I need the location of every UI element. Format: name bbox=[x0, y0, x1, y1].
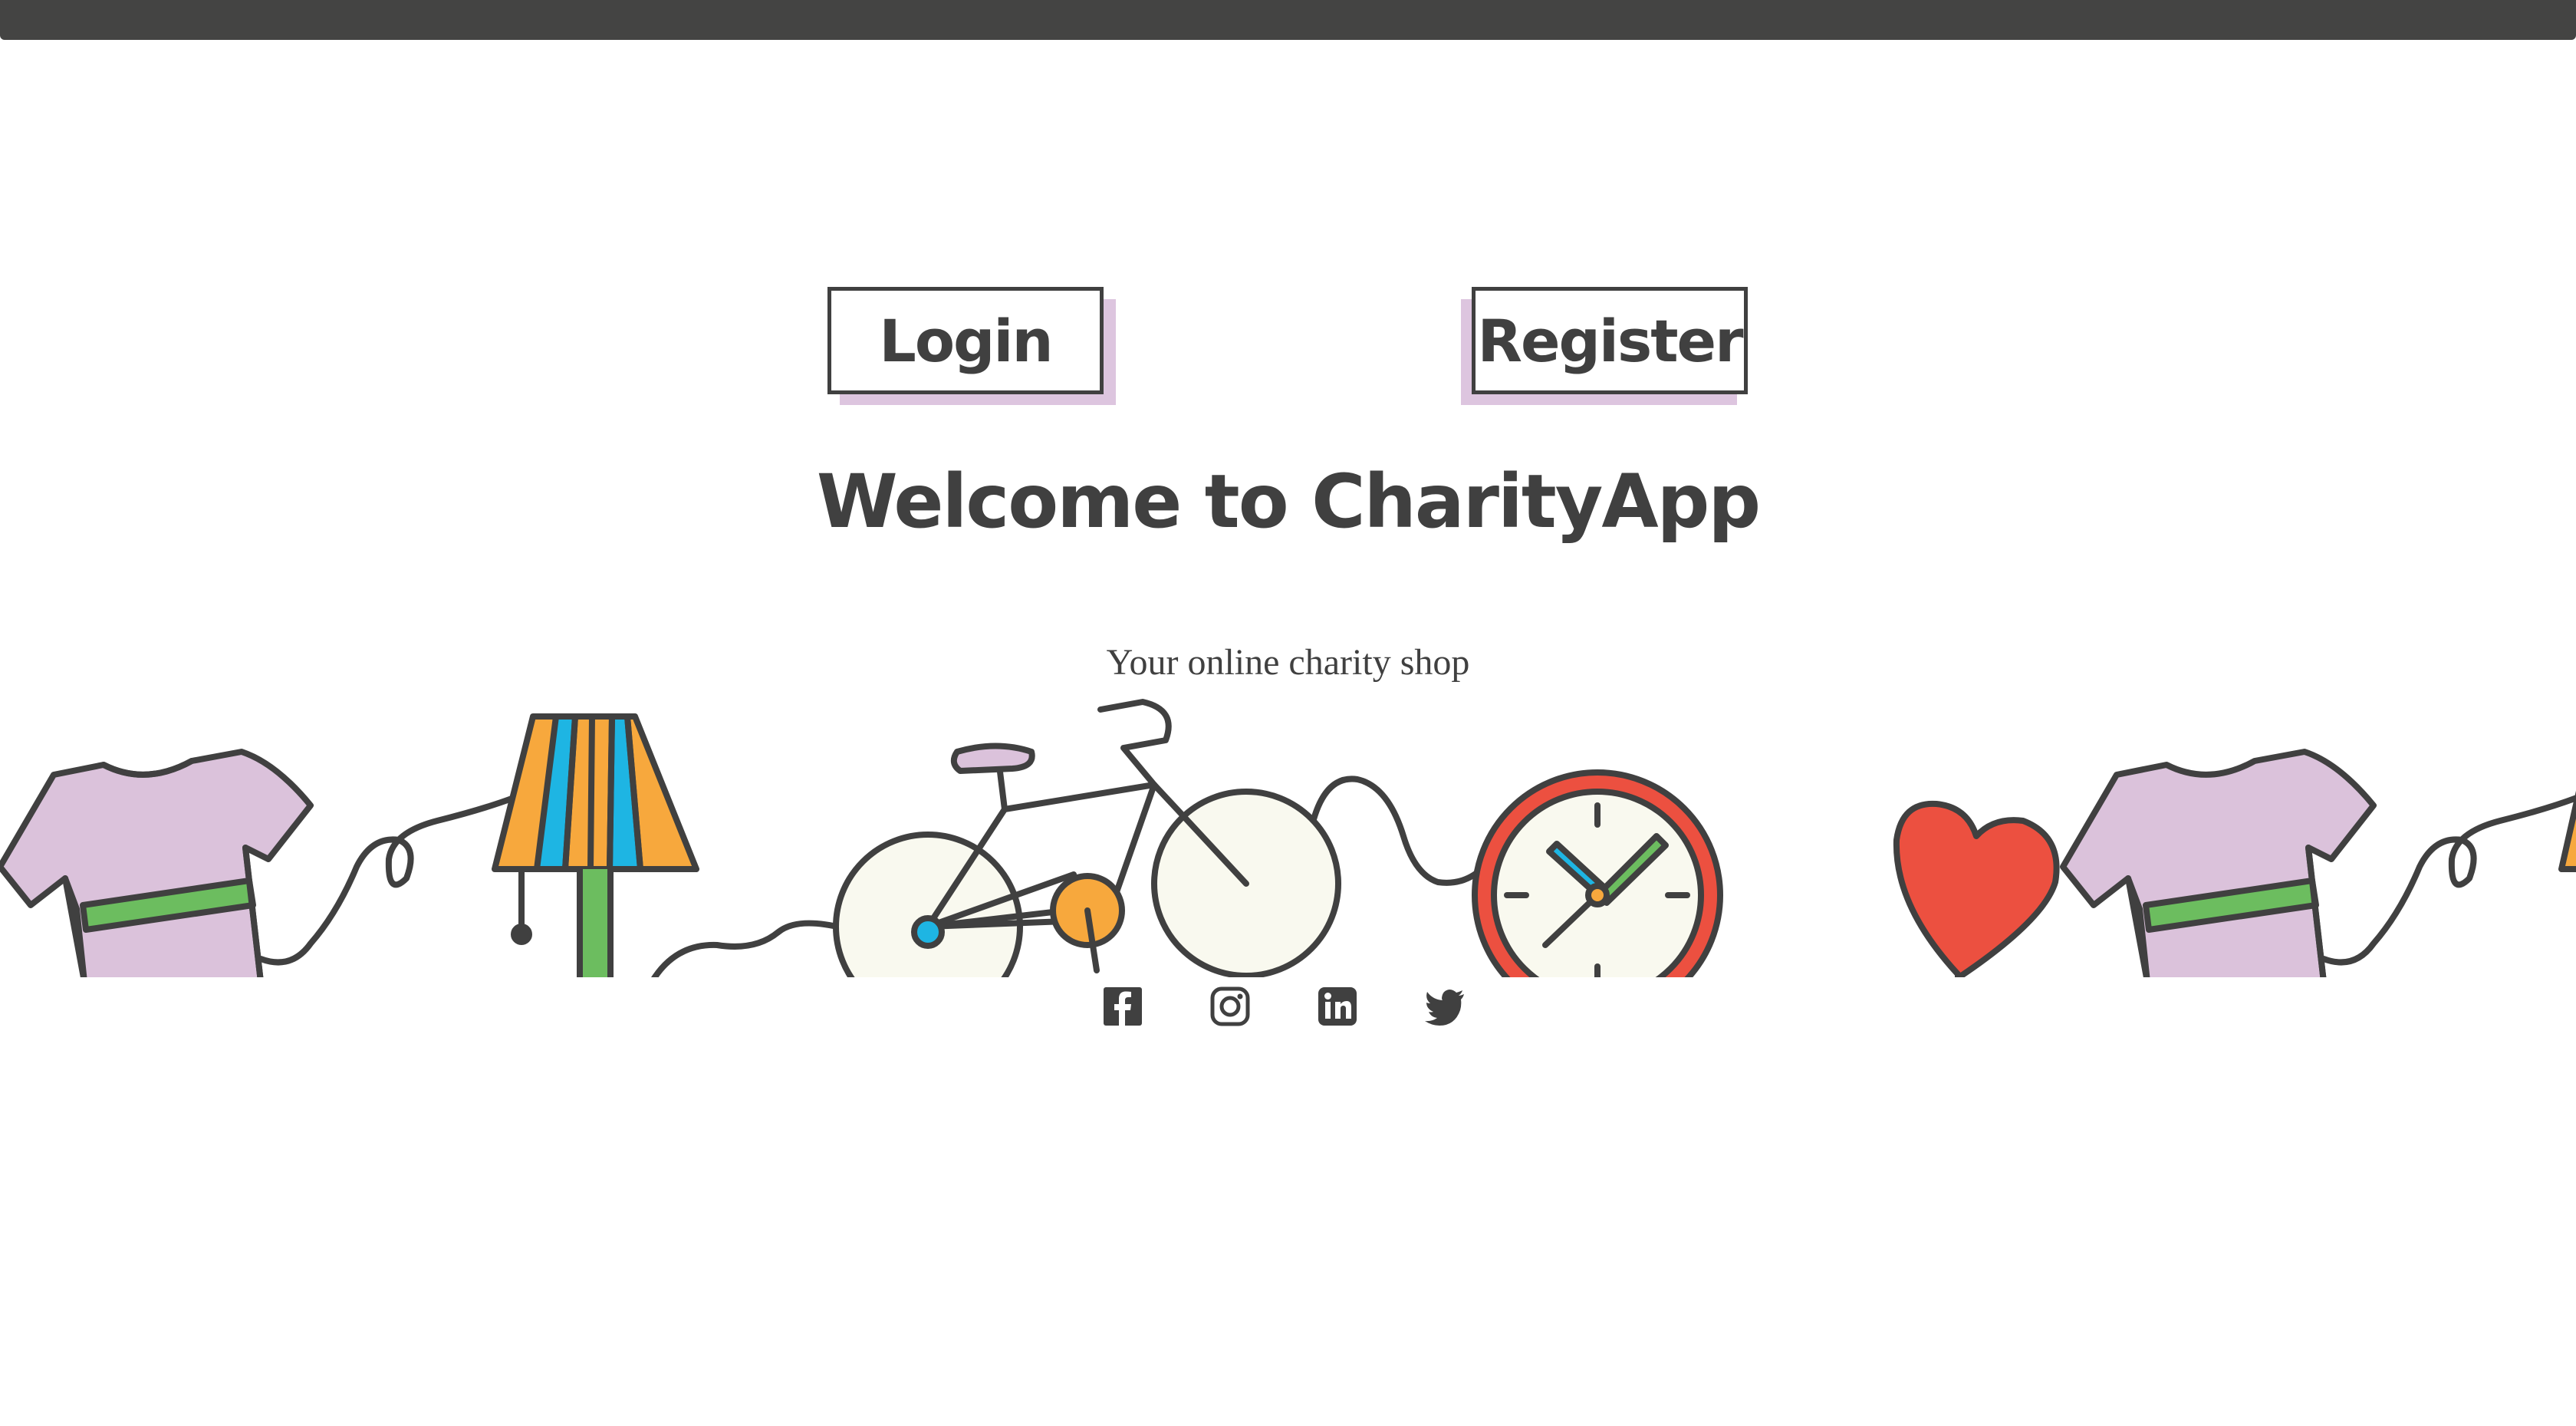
tshirt-icon bbox=[0, 749, 314, 977]
linkedin-icon[interactable] bbox=[1317, 986, 1358, 1027]
lamp-icon bbox=[492, 713, 699, 977]
facebook-icon[interactable] bbox=[1102, 986, 1143, 1027]
login-button[interactable]: Login bbox=[827, 287, 1104, 394]
illustration-svg bbox=[0, 699, 2576, 977]
login-button-wrap: Login bbox=[827, 287, 1116, 405]
instagram-icon[interactable] bbox=[1209, 986, 1251, 1027]
clock-icon bbox=[1472, 769, 1723, 977]
register-button-wrap: Register bbox=[1461, 287, 1748, 405]
register-button[interactable]: Register bbox=[1472, 287, 1748, 394]
twitter-icon[interactable] bbox=[1424, 986, 1466, 1027]
charity-items-illustration bbox=[0, 675, 2576, 977]
bicycle-icon bbox=[833, 699, 1341, 977]
tshirt-icon-2 bbox=[2060, 749, 2377, 977]
heart-icon bbox=[1893, 800, 2060, 977]
page-title: Welcome to CharityApp bbox=[816, 459, 1761, 545]
social-links bbox=[0, 986, 2576, 1029]
top-bar bbox=[0, 0, 2576, 40]
page: Login Register Welcome to CharityApp You… bbox=[0, 0, 2576, 1426]
